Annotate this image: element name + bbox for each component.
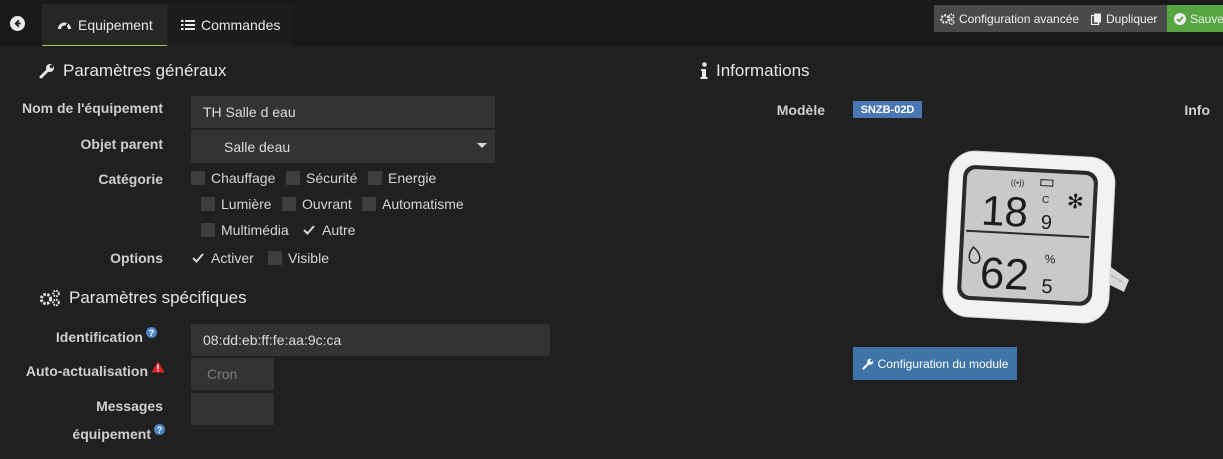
svg-text:✻: ✻ <box>1066 189 1084 214</box>
messages-label-line2: équipement <box>72 426 151 442</box>
category-checkbox[interactable]: Lumière <box>201 196 272 212</box>
device-humidity-unit: % <box>1045 252 1057 267</box>
messages-label-line2-wrap: équipement? <box>0 424 165 442</box>
tab-equipment[interactable]: Equipement <box>42 4 167 46</box>
category-ouvrant-label: Ouvrant <box>302 196 352 212</box>
category-checkbox[interactable]: Chauffage <box>191 170 275 186</box>
option-checkbox-checked[interactable]: Activer <box>191 250 254 266</box>
parent-object-value: Salle deau <box>224 138 291 155</box>
model-label: Modèle <box>776 102 825 118</box>
check-circle-icon <box>1174 12 1186 25</box>
top-actions: Configuration avancée Dupliquer Sauvegar… <box>934 5 1223 32</box>
caret-down-icon <box>477 143 487 148</box>
warning-icon[interactable] <box>151 361 165 373</box>
category-securite-label: Sécurité <box>306 170 358 186</box>
category-automatisme-label: Automatisme <box>382 196 464 212</box>
category-multimedia-label: Multimédia <box>221 222 289 238</box>
arrow-left-icon <box>14 19 21 28</box>
messages-label-line1: Messages <box>96 398 163 414</box>
module-config-button[interactable]: Configuration du module <box>853 347 1017 380</box>
tab-commands-label: Commandes <box>201 17 281 33</box>
category-checkbox-checked[interactable]: Autre <box>302 222 355 238</box>
checkbox-box <box>201 197 215 211</box>
autorefresh-label: Auto-actualisation <box>0 361 165 379</box>
category-checkbox[interactable]: Sécurité <box>286 170 357 186</box>
option-checkbox[interactable]: Visible <box>268 250 329 266</box>
checkbox-box <box>191 171 205 185</box>
options-label: Options <box>110 250 163 266</box>
checkbox-box <box>286 171 300 185</box>
checkmark-icon <box>191 251 205 265</box>
duplicate-label: Dupliquer <box>1106 11 1158 26</box>
parent-object-label: Objet parent <box>80 136 163 152</box>
advanced-config-button[interactable]: Configuration avancée <box>934 5 1088 32</box>
specific-settings-heading: Paramètres spécifiques <box>69 288 247 307</box>
top-bar: Equipement Commandes Configuration avanc… <box>0 0 1223 46</box>
autorefresh-label-text: Auto-actualisation <box>25 363 148 379</box>
tab-commands[interactable]: Commandes <box>167 4 293 46</box>
category-checkbox[interactable]: Multimédia <box>201 222 289 238</box>
help-icon[interactable]: ? <box>146 327 157 338</box>
device-image: ((•)) 18 9 C ✻ 62 5 % <box>942 150 1129 324</box>
information-title: Informations <box>700 61 810 81</box>
information-heading: Informations <box>716 61 810 80</box>
category-label: Catégorie <box>98 171 163 187</box>
duplicate-button[interactable]: Dupliquer <box>1088 5 1167 32</box>
category-energie-label: Energie <box>388 170 437 186</box>
equipment-name-field[interactable]: TH Salle d eau <box>191 96 495 128</box>
device-temperature-decimal: 9 <box>1040 212 1052 235</box>
category-chauffage-label: Chauffage <box>211 170 276 186</box>
copy-icon <box>1091 13 1101 25</box>
info-icon <box>700 62 708 79</box>
help-icon[interactable]: ? <box>154 424 165 435</box>
save-button[interactable]: Sauvegarder <box>1167 5 1223 32</box>
general-settings-heading: Paramètres généraux <box>63 61 227 80</box>
model-badge: SNZB-02D <box>853 101 922 118</box>
wrench-icon <box>39 64 54 79</box>
device-temperature-unit: C <box>1042 195 1050 206</box>
category-autre-label: Autre <box>322 222 356 238</box>
tachometer-icon <box>56 18 72 32</box>
identification-label: Identification? <box>0 327 157 345</box>
specific-settings-title: Paramètres spécifiques <box>39 288 247 308</box>
option-activer-label: Activer <box>211 250 254 266</box>
option-visible-label: Visible <box>288 250 329 266</box>
advanced-config-label: Configuration avancée <box>959 11 1080 26</box>
category-lumiere-label: Lumière <box>221 196 272 212</box>
wrench-icon <box>861 358 873 370</box>
back-button[interactable] <box>10 16 25 31</box>
identification-label-text: Identification <box>55 329 143 345</box>
category-checkbox[interactable]: Ouvrant <box>282 196 352 212</box>
info-label: Info <box>1184 102 1210 118</box>
checkbox-box <box>201 223 215 237</box>
parent-object-select[interactable]: Salle deau <box>191 130 495 163</box>
device-humidity-decimal: 5 <box>1041 276 1053 299</box>
save-label: Sauvegarder <box>1190 11 1223 26</box>
svg-text:((•)): ((•)) <box>1011 178 1025 188</box>
device-humidity-digits: 62 <box>979 249 1030 300</box>
cogs-icon <box>39 289 60 307</box>
device-temperature-digits: 18 <box>980 187 1029 236</box>
identification-field[interactable]: 08:dd:eb:ff:fe:aa:9c:ca <box>191 324 550 356</box>
checkbox-box <box>282 197 296 211</box>
list-icon <box>181 18 195 32</box>
tab-equipment-label: Equipement <box>78 16 153 33</box>
checkbox-box <box>368 171 382 185</box>
general-settings-title: Paramètres généraux <box>39 61 226 81</box>
autorefresh-cron-field[interactable]: Cron <box>191 358 274 390</box>
checkbox-box <box>362 197 376 211</box>
equipment-name-label: Nom de l'équipement <box>21 100 163 116</box>
category-checkbox[interactable]: Automatisme <box>362 196 464 212</box>
cogs-icon <box>940 12 955 25</box>
checkbox-box <box>268 251 282 265</box>
category-checkbox[interactable]: Energie <box>368 170 436 186</box>
module-config-label: Configuration du module <box>877 356 1009 371</box>
messages-field[interactable] <box>191 393 274 425</box>
checkmark-icon <box>302 223 316 237</box>
